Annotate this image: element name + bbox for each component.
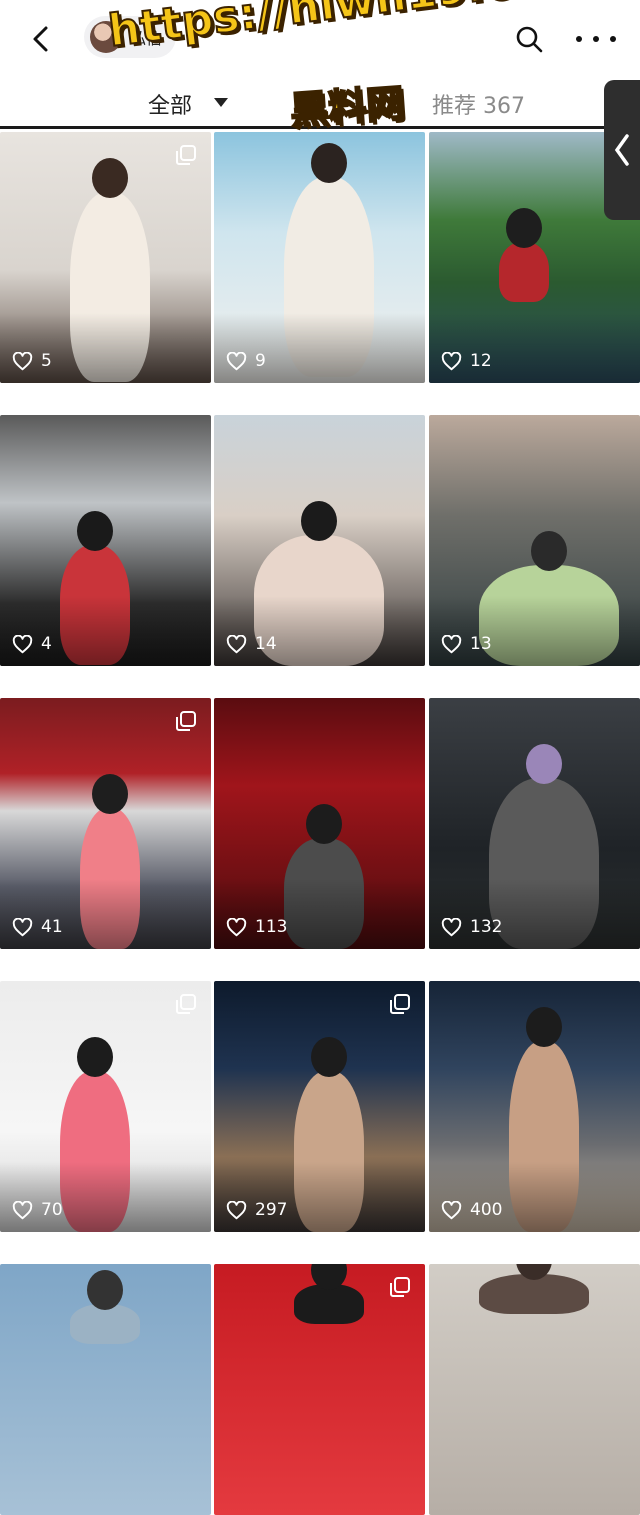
dropdown-caret-icon[interactable] [214,98,228,107]
like-count[interactable]: 4 [12,634,52,654]
like-count[interactable]: 13 [441,634,492,654]
post-tile[interactable]: 132 [429,698,640,949]
tab-recommend[interactable]: 推荐 367 [432,88,525,120]
tile-shade [214,313,425,383]
like-count-value: 12 [470,351,492,371]
heart-icon [226,351,247,370]
like-count[interactable]: 41 [12,917,63,937]
like-count[interactable]: 132 [441,917,502,937]
post-tile[interactable]: 70 [0,981,211,1232]
post-tile[interactable] [429,1264,640,1515]
tile-shade [0,596,211,666]
tab-recommend-count: 367 [483,94,526,119]
like-count-value: 132 [470,917,503,937]
tab-recommend-label: 推荐 [432,94,477,119]
heart-icon [226,917,247,936]
like-count-value: 14 [255,634,277,654]
like-count-value: 70 [41,1200,63,1220]
tile-shade [429,313,640,383]
photo-subject-head [77,511,113,551]
post-tile[interactable] [214,1264,425,1515]
like-count-value: 9 [255,351,266,371]
like-count[interactable]: 12 [441,351,492,371]
photo-subject [294,1284,364,1324]
heart-icon [441,1200,462,1219]
like-count[interactable]: 14 [226,634,277,654]
tile-shade [429,879,640,949]
like-count-value: 297 [255,1200,288,1220]
photo-subject-head [526,744,562,784]
chevron-left-icon [614,134,629,166]
side-drawer-handle[interactable] [604,80,640,220]
back-icon[interactable] [24,22,58,56]
photo-subject-head [311,1037,347,1077]
like-count[interactable]: 5 [12,351,52,371]
post-tile[interactable]: 4 [0,415,211,666]
tile-shade [429,596,640,666]
heart-icon [12,351,33,370]
like-count[interactable]: 400 [441,1200,502,1220]
heart-icon [12,917,33,936]
like-count-value: 400 [470,1200,503,1220]
post-tile[interactable]: 297 [214,981,425,1232]
post-tile[interactable] [0,1264,211,1515]
photo-subject-head [526,1007,562,1047]
like-count-value: 113 [255,917,288,937]
post-tile[interactable]: 41 [0,698,211,949]
multi-image-icon [390,1277,410,1297]
tile-shade [0,313,211,383]
like-count[interactable]: 297 [226,1200,287,1220]
photo-subject-head [506,208,542,248]
heart-icon [12,1200,33,1219]
multi-image-icon [390,994,410,1014]
post-tile[interactable]: 400 [429,981,640,1232]
photo-subject-head [531,531,567,571]
photo-subject-head [301,501,337,541]
like-count[interactable]: 113 [226,917,287,937]
heart-icon [226,1200,247,1219]
like-count-value: 4 [41,634,52,654]
tile-shade [214,596,425,666]
multi-image-icon [176,994,196,1014]
photo-subject [70,1304,140,1344]
photo-subject-head [306,804,342,844]
tile-shade [429,1162,640,1232]
photo-subject-head [311,143,347,183]
heart-icon [441,351,462,370]
heart-icon [441,917,462,936]
multi-image-icon [176,145,196,165]
heart-icon [226,634,247,653]
tile-shade [214,1162,425,1232]
photo-subject-head [92,158,128,198]
like-count[interactable]: 70 [12,1200,63,1220]
photo-subject-head [92,774,128,814]
heart-icon [12,634,33,653]
post-tile[interactable]: 113 [214,698,425,949]
like-count-value: 41 [41,917,63,937]
heart-icon [441,634,462,653]
like-count[interactable]: 9 [226,351,266,371]
tile-shade [214,879,425,949]
photo-subject [499,242,549,302]
tile-shade [0,879,211,949]
post-tile[interactable]: 9 [214,132,425,383]
like-count-value: 13 [470,634,492,654]
watermark-title: 黑料网 [288,80,407,134]
tab-all[interactable]: 全部 [148,88,192,120]
tile-shade [0,1162,211,1232]
post-tile[interactable]: 13 [429,415,640,666]
post-tile[interactable]: 14 [214,415,425,666]
photo-subject-head [77,1037,113,1077]
like-count-value: 5 [41,351,52,371]
search-icon[interactable] [514,24,544,54]
multi-image-icon [176,711,196,731]
more-icon[interactable] [576,24,616,54]
photo-subject-head [87,1270,123,1310]
photo-subject [479,1274,589,1314]
post-tile[interactable]: 5 [0,132,211,383]
